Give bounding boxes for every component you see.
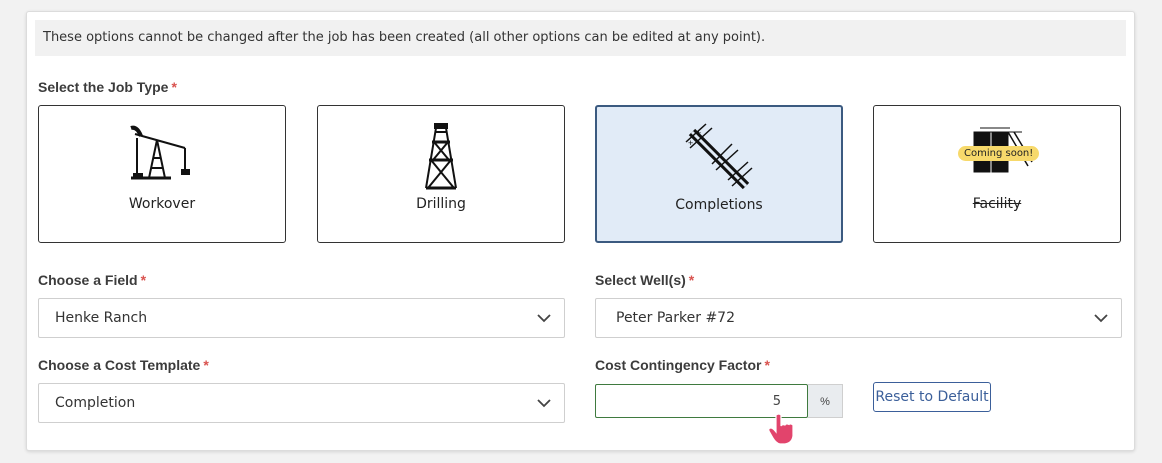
required-mark: *	[688, 272, 695, 288]
chevron-down-icon	[537, 314, 551, 323]
reset-to-default-button[interactable]: Reset to Default	[873, 382, 991, 412]
job-type-label: Select the Job Type *	[38, 79, 177, 95]
wells-label: Select Well(s) *	[595, 272, 694, 288]
job-type-completions-label: Completions	[675, 197, 763, 213]
required-mark: *	[140, 272, 147, 288]
svg-text:+: +	[688, 138, 693, 148]
job-type-facility-label: Facility	[972, 196, 1022, 212]
completion-pipe-icon: + +	[685, 123, 753, 190]
job-type-workover[interactable]: Workover	[38, 105, 286, 243]
svg-text:+: +	[696, 128, 701, 138]
job-type-workover-label: Workover	[128, 196, 196, 212]
percent-suffix: %	[808, 384, 843, 418]
job-type-facility: Coming soon! Facility	[873, 105, 1121, 243]
field-label-text: Choose a Field	[38, 272, 138, 288]
cost-template-select[interactable]: Completion	[38, 383, 565, 423]
contingency-label-text: Cost Contingency Factor	[595, 357, 762, 373]
cost-template-label: Choose a Cost Template *	[38, 357, 209, 373]
wells-select[interactable]: Peter Parker #72	[595, 298, 1122, 338]
field-label: Choose a Field *	[38, 272, 146, 288]
wells-select-value: Peter Parker #72	[616, 310, 735, 326]
pumpjack-icon	[130, 125, 190, 180]
hand-pointer-icon	[768, 413, 794, 445]
required-mark: *	[171, 79, 177, 95]
notice-banner: These options cannot be changed after th…	[35, 20, 1126, 56]
job-options-card: These options cannot be changed after th…	[26, 11, 1135, 451]
field-select-value: Henke Ranch	[55, 310, 148, 326]
chevron-down-icon	[537, 399, 551, 408]
job-type-completions[interactable]: + + Completions	[595, 105, 843, 243]
required-mark: *	[764, 357, 770, 373]
derrick-icon	[425, 123, 457, 190]
field-select[interactable]: Henke Ranch	[38, 298, 565, 338]
wells-label-text: Select Well(s)	[595, 272, 686, 288]
cost-template-select-value: Completion	[55, 395, 136, 411]
coming-soon-badge: Coming soon!	[958, 146, 1040, 161]
contingency-label: Cost Contingency Factor *	[595, 357, 770, 373]
job-type-label-text: Select the Job Type	[38, 79, 169, 95]
cost-template-label-text: Choose a Cost Template	[38, 357, 201, 373]
chevron-down-icon	[1094, 314, 1108, 323]
job-type-drilling[interactable]: Drilling	[317, 105, 565, 243]
required-mark: *	[203, 357, 209, 373]
job-type-drilling-label: Drilling	[416, 196, 466, 212]
